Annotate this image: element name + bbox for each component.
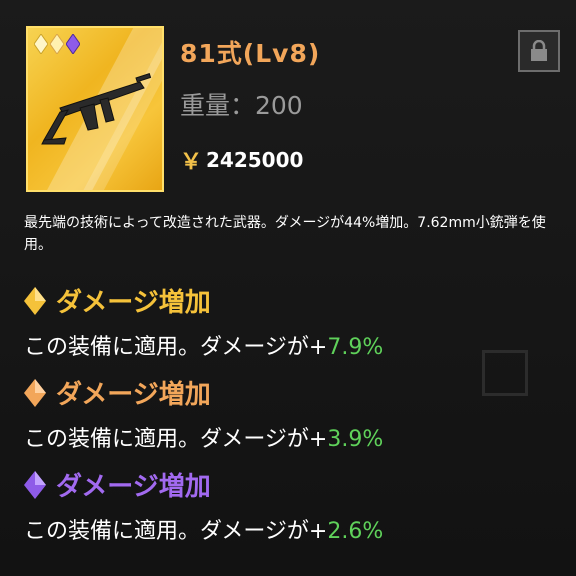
diamond-icon xyxy=(50,34,64,54)
effect-1: ダメージ増加 この装備に適用。ダメージが+7.9% xyxy=(24,282,383,361)
effect-name: ダメージ増加 xyxy=(56,380,211,410)
diamond-icon xyxy=(24,378,46,407)
rarity-gems xyxy=(34,34,80,54)
lock-icon xyxy=(531,40,547,61)
item-detail-panel: 81式(Lv8) 重量：200 ￥ 2425000 最先端の技術によって改造され… xyxy=(0,0,576,576)
item-icon xyxy=(26,26,164,192)
item-title: 81式(Lv8) xyxy=(180,39,321,68)
effect-text: この装備に適用。ダメージが+ xyxy=(24,335,328,360)
item-description: 最先端の技術によって改造された武器。ダメージが44%増加。7.62mm小銃弾を使… xyxy=(24,215,546,253)
lock-button[interactable] xyxy=(518,30,560,72)
item-price: ￥ 2425000 xyxy=(180,144,303,176)
effect-line: この装備に適用。ダメージが+7.9% xyxy=(24,329,383,361)
effect-value: 3.9% xyxy=(327,427,384,452)
diamond-icon xyxy=(34,34,48,54)
effect-text: この装備に適用。ダメージが+ xyxy=(24,427,328,452)
effect-name: ダメージ増加 xyxy=(56,472,211,502)
effect-value: 7.9% xyxy=(327,335,384,360)
effect-text: この装備に適用。ダメージが+ xyxy=(24,519,328,544)
effect-value: 2.6% xyxy=(327,519,384,544)
effect-name: ダメージ増加 xyxy=(56,288,211,318)
yen-icon: ￥ xyxy=(180,150,203,175)
diamond-icon xyxy=(24,470,46,499)
price-value: 2425000 xyxy=(206,148,304,172)
item-weight: 重量：200 xyxy=(180,91,303,120)
diamond-icon xyxy=(66,34,80,54)
effect-2: ダメージ増加 この装備に適用。ダメージが+3.9% xyxy=(24,374,383,453)
diamond-icon xyxy=(24,286,46,315)
effect-line: この装備に適用。ダメージが+2.6% xyxy=(24,513,383,545)
rifle-icon xyxy=(41,73,152,145)
effect-line: この装備に適用。ダメージが+3.9% xyxy=(24,421,383,453)
effect-3: ダメージ増加 この装備に適用。ダメージが+2.6% xyxy=(24,466,383,545)
ghost-box xyxy=(482,350,528,396)
